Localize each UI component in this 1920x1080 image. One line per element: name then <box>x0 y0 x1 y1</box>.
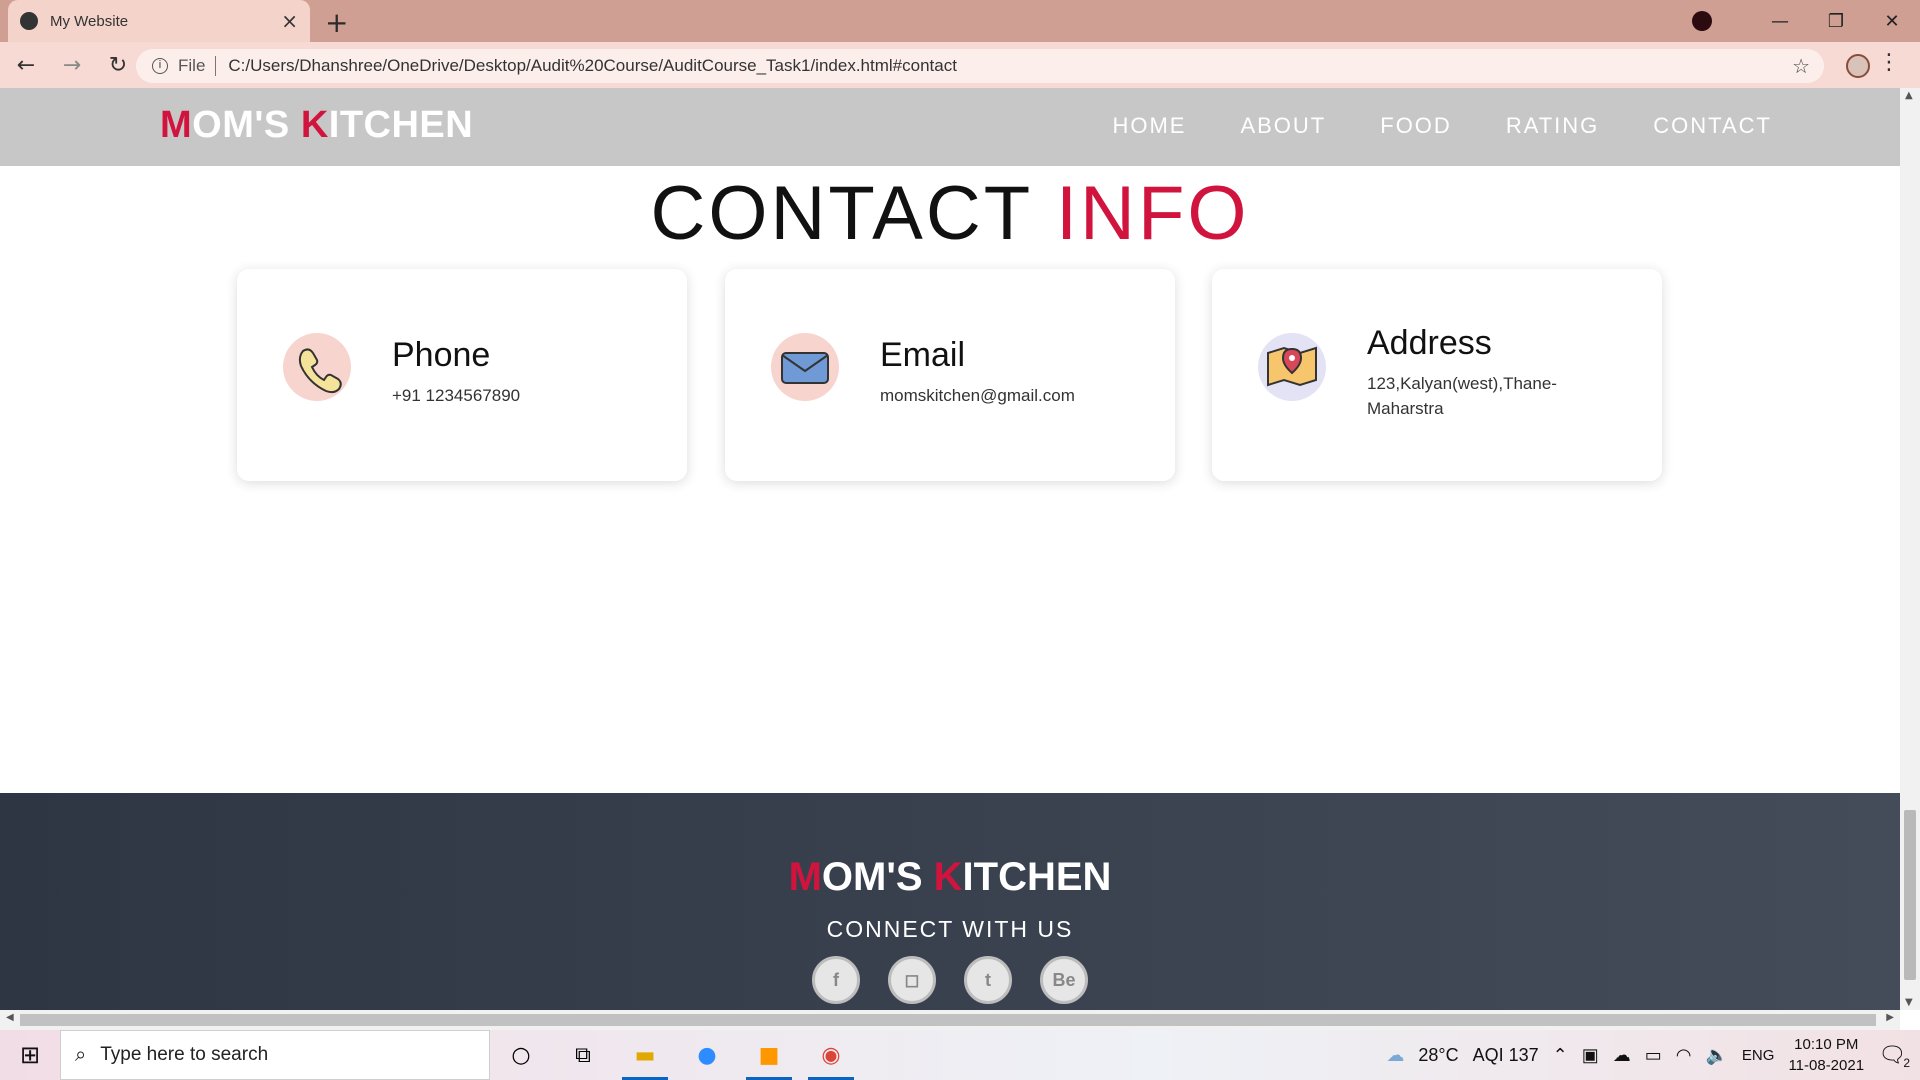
browser-tab-strip: My Website × + — ❐ ✕ <box>0 0 1920 42</box>
phone-icon <box>283 333 351 401</box>
taskbar-clock[interactable]: 10:10 PM 11-08-2021 <box>1788 1034 1864 1076</box>
scroll-down-arrow-icon[interactable]: ▼ <box>1905 997 1913 1008</box>
behance-icon[interactable]: Be <box>1040 956 1088 1004</box>
minimize-button[interactable]: — <box>1752 11 1808 32</box>
windows-start-icon[interactable]: ⊞ <box>0 1041 60 1069</box>
notification-count: 2 <box>1903 1056 1910 1070</box>
url-bar[interactable]: i File C:/Users/Dhanshree/OneDrive/Deskt… <box>136 49 1824 83</box>
facebook-icon[interactable]: f <box>812 956 860 1004</box>
page-viewport: MOM'S KITCHEN HOME ABOUT FOOD RATING CON… <box>0 88 1900 1010</box>
vertical-scrollbar[interactable]: ▲ ▼ <box>1900 88 1920 1010</box>
contact-title-main: CONTACT <box>650 171 1056 256</box>
horizontal-scroll-thumb[interactable] <box>20 1014 1876 1026</box>
url-separator <box>215 56 217 76</box>
battery-icon[interactable]: ▭ <box>1645 1045 1662 1066</box>
nav-home[interactable]: HOME <box>1112 113 1186 139</box>
nav-rating[interactable]: RATING <box>1506 113 1599 139</box>
address-text: 123,Kalyan(west),Thane-Maharstra <box>1367 374 1557 418</box>
address-title: Address <box>1367 324 1492 362</box>
contact-title: CONTACT INFO <box>0 170 1900 257</box>
site-logo[interactable]: MOM'S KITCHEN <box>160 104 473 147</box>
email-card: Email momskitchen@gmail.com <box>725 269 1175 481</box>
twitter-icon[interactable]: t <box>964 956 1012 1004</box>
email-icon <box>771 333 839 401</box>
footer-logo-initial-m: M <box>788 855 822 899</box>
weather-icon[interactable]: ☁ <box>1386 1045 1404 1066</box>
address-card: Address 123,Kalyan(west),Thane-Maharstra <box>1212 269 1662 481</box>
language-indicator[interactable]: ENG <box>1742 1047 1775 1064</box>
phone-card: Phone +91 1234567890 <box>237 269 687 481</box>
aqi-value[interactable]: AQI 137 <box>1473 1045 1539 1066</box>
tab-close-icon[interactable]: × <box>281 11 298 31</box>
browser-menu-icon[interactable]: ⋮ <box>1878 50 1900 75</box>
social-links: f ◻ t Be <box>812 956 1088 1004</box>
info-icon[interactable]: i <box>152 58 168 74</box>
connect-heading: CONNECT WITH US <box>826 916 1074 942</box>
chrome-profile-icon[interactable] <box>1692 11 1712 31</box>
chrome-icon[interactable]: ◉ <box>800 1030 862 1080</box>
scroll-right-arrow-icon[interactable]: ▶ <box>1886 1012 1894 1023</box>
url-text[interactable]: C:/Users/Dhanshree/OneDrive/Desktop/Audi… <box>228 56 957 76</box>
logo-text-1: OM'S <box>192 104 301 146</box>
notification-center-icon[interactable]: 🗨 2 <box>1878 1042 1910 1070</box>
onedrive-icon[interactable]: ☁ <box>1613 1045 1631 1066</box>
clock-date: 11-08-2021 <box>1788 1057 1865 1074</box>
search-icon: ⌕ <box>75 1043 87 1066</box>
footer-logo-text-1: OM'S <box>821 855 934 899</box>
clock-time: 10:10 PM <box>1794 1036 1859 1053</box>
close-window-button[interactable]: ✕ <box>1864 11 1920 32</box>
scroll-up-arrow-icon[interactable]: ▲ <box>1905 90 1913 101</box>
horizontal-scrollbar[interactable]: ◀ ▶ <box>0 1010 1900 1030</box>
globe-icon <box>20 12 38 30</box>
phone-title: Phone <box>392 336 491 374</box>
nav-contact[interactable]: CONTACT <box>1653 113 1772 139</box>
forward-icon[interactable]: → <box>52 53 92 78</box>
logo-text-2: ITCHEN <box>328 104 474 146</box>
reload-icon[interactable]: ↻ <box>98 53 138 78</box>
maximize-button[interactable]: ❐ <box>1808 11 1864 32</box>
instagram-icon[interactable]: ◻ <box>888 956 936 1004</box>
bookmark-star-icon[interactable]: ☆ <box>1792 54 1810 79</box>
footer-logo-text-2: ITCHEN <box>962 855 1112 899</box>
address-toolbar: ← → ↻ i File C:/Users/Dhanshree/OneDrive… <box>0 42 1920 88</box>
zoom-app-icon[interactable]: ● <box>676 1030 738 1080</box>
system-tray: ☁ 28°C AQI 137 ⌃ ▣ ☁ ▭ ◠ 🔈 ENG 10:10 PM … <box>1386 1030 1920 1080</box>
email-address[interactable]: momskitchen@gmail.com <box>880 383 1140 408</box>
nav-food[interactable]: FOOD <box>1380 113 1452 139</box>
windows-taskbar: ⊞ ⌕ Type here to search ○ ⧉ ▬ ● ■ ◉ ☁ 28… <box>0 1030 1920 1080</box>
site-footer: MOM'S KITCHEN CONNECT WITH US f ◻ t Be <box>0 793 1900 1010</box>
new-tab-button[interactable]: + <box>325 6 348 39</box>
footer-logo[interactable]: MOM'S KITCHEN <box>0 855 1900 900</box>
wifi-icon[interactable]: ◠ <box>1676 1045 1692 1066</box>
url-scheme-label: File <box>178 56 206 75</box>
browser-tab[interactable]: My Website × <box>8 0 310 42</box>
map-icon <box>1258 333 1326 401</box>
profile-avatar[interactable] <box>1846 54 1870 78</box>
site-menu: HOME ABOUT FOOD RATING CONTACT <box>1112 113 1772 139</box>
logo-initial-m: M <box>160 104 193 146</box>
task-view-icon[interactable]: ⧉ <box>552 1030 614 1080</box>
contact-title-accent: INFO <box>1055 171 1250 256</box>
weather-temp[interactable]: 28°C <box>1418 1045 1458 1066</box>
volume-icon[interactable]: 🔈 <box>1706 1045 1728 1066</box>
site-navbar: MOM'S KITCHEN HOME ABOUT FOOD RATING CON… <box>0 88 1900 166</box>
logo-initial-k: K <box>300 104 329 146</box>
sublime-text-icon[interactable]: ■ <box>738 1030 800 1080</box>
search-placeholder: Type here to search <box>100 1044 269 1065</box>
email-title: Email <box>880 336 966 374</box>
file-explorer-icon[interactable]: ▬ <box>614 1030 676 1080</box>
back-icon[interactable]: ← <box>6 53 46 78</box>
scroll-left-arrow-icon[interactable]: ◀ <box>6 1012 14 1023</box>
meet-now-icon[interactable]: ▣ <box>1582 1045 1599 1066</box>
footer-logo-initial-k: K <box>933 855 963 899</box>
nav-about[interactable]: ABOUT <box>1240 113 1326 139</box>
taskbar-search-input[interactable]: ⌕ Type here to search <box>60 1030 490 1080</box>
tab-title: My Website <box>50 12 129 30</box>
phone-number[interactable]: +91 1234567890 <box>392 383 652 408</box>
tray-chevron-up-icon[interactable]: ⌃ <box>1553 1045 1568 1066</box>
vertical-scroll-thumb[interactable] <box>1904 810 1916 980</box>
cortana-icon[interactable]: ○ <box>490 1030 552 1080</box>
